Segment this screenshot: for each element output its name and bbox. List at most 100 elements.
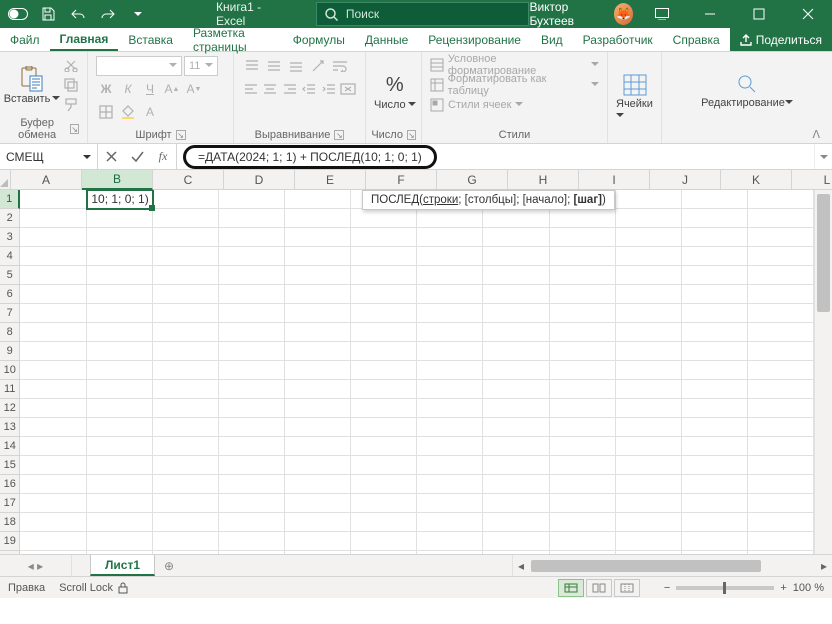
tooltip-fn-name[interactable]: ПОСЛЕД (371, 194, 419, 206)
cell-A5[interactable] (20, 266, 86, 285)
cell-C8[interactable] (153, 323, 219, 342)
cell-L7[interactable] (748, 304, 814, 323)
tab-developer[interactable]: Разработчик (573, 28, 663, 51)
cell-L13[interactable] (748, 418, 814, 437)
cell-K1[interactable] (682, 190, 748, 209)
cell-E4[interactable] (285, 247, 351, 266)
tab-data[interactable]: Данные (355, 28, 418, 51)
align-right-icon[interactable] (281, 79, 299, 99)
cell-E8[interactable] (285, 323, 351, 342)
cell-F11[interactable] (351, 380, 417, 399)
cell-H14[interactable] (483, 437, 549, 456)
cell-E2[interactable] (285, 209, 351, 228)
editing-button[interactable]: Редактирование (701, 73, 793, 109)
cell-K13[interactable] (682, 418, 748, 437)
tab-view[interactable]: Вид (531, 28, 573, 51)
merge-icon[interactable] (340, 79, 358, 99)
row-header-14[interactable]: 14 (0, 437, 20, 456)
cell-C1[interactable] (153, 190, 219, 209)
cell-A8[interactable] (20, 323, 86, 342)
cut-icon[interactable] (60, 56, 82, 74)
cell-L12[interactable] (748, 399, 814, 418)
tab-insert[interactable]: Вставка (118, 28, 183, 51)
vscroll-thumb[interactable] (817, 194, 830, 312)
cell-H7[interactable] (483, 304, 549, 323)
cell-F14[interactable] (351, 437, 417, 456)
row-header-18[interactable]: 18 (0, 513, 20, 532)
cell-B2[interactable] (87, 209, 153, 228)
cell-J5[interactable] (616, 266, 682, 285)
row-header-4[interactable]: 4 (0, 247, 20, 266)
tab-formulas[interactable]: Формулы (283, 28, 355, 51)
cell-J8[interactable] (616, 323, 682, 342)
cell-C9[interactable] (153, 342, 219, 361)
cell-J1[interactable] (616, 190, 682, 209)
cell-H18[interactable] (483, 513, 549, 532)
tab-page-layout[interactable]: Разметка страницы (183, 28, 283, 51)
cell-E19[interactable] (285, 532, 351, 551)
cell-I15[interactable] (550, 456, 616, 475)
cell-D3[interactable] (219, 228, 285, 247)
cell-I12[interactable] (550, 399, 616, 418)
user-avatar[interactable]: 🦊 (614, 3, 633, 25)
cell-E14[interactable] (285, 437, 351, 456)
cell-C6[interactable] (153, 285, 219, 304)
conditional-formatting[interactable]: Условное форматирование (430, 56, 599, 74)
cell-A18[interactable] (20, 513, 86, 532)
redo-icon[interactable] (96, 3, 120, 25)
cell-I9[interactable] (550, 342, 616, 361)
cancel-formula-icon[interactable] (98, 151, 124, 162)
font-size-combo[interactable]: 11 (184, 56, 218, 76)
cell-D10[interactable] (219, 361, 285, 380)
cell-G6[interactable] (417, 285, 483, 304)
col-header-E[interactable]: E (295, 170, 366, 190)
align-bottom-icon[interactable] (286, 56, 306, 76)
cell-E16[interactable] (285, 475, 351, 494)
cell-G14[interactable] (417, 437, 483, 456)
cell-A12[interactable] (20, 399, 86, 418)
col-header-A[interactable]: A (11, 170, 82, 190)
zoom-in-icon[interactable]: + (780, 582, 786, 594)
sheet-nav[interactable]: ◂ ▸ (0, 555, 72, 576)
font-name-combo[interactable] (96, 56, 182, 76)
cell-E13[interactable] (285, 418, 351, 437)
cell-G16[interactable] (417, 475, 483, 494)
cell-L10[interactable] (748, 361, 814, 380)
row-header-1[interactable]: 1 (0, 190, 20, 209)
cell-D14[interactable] (219, 437, 285, 456)
row-header-12[interactable]: 12 (0, 399, 20, 418)
cell-I5[interactable] (550, 266, 616, 285)
cell-A4[interactable] (20, 247, 86, 266)
cell-F16[interactable] (351, 475, 417, 494)
cell-A15[interactable] (20, 456, 86, 475)
tab-file[interactable]: Файл (0, 28, 50, 51)
row-header-17[interactable]: 17 (0, 494, 20, 513)
cell-A17[interactable] (20, 494, 86, 513)
align-top-icon[interactable] (242, 56, 262, 76)
cell-L3[interactable] (748, 228, 814, 247)
font-color-icon[interactable]: A (140, 102, 160, 122)
cells-button[interactable]: Ячейки (616, 74, 653, 122)
cell-G3[interactable] (417, 228, 483, 247)
cell-K14[interactable] (682, 437, 748, 456)
cell-E7[interactable] (285, 304, 351, 323)
cell-C4[interactable] (153, 247, 219, 266)
cell-I2[interactable] (550, 209, 616, 228)
cell-E11[interactable] (285, 380, 351, 399)
zoom-slider[interactable] (676, 586, 774, 590)
share-button[interactable]: Поделиться (730, 28, 832, 51)
new-sheet-icon[interactable]: ⊕ (155, 555, 183, 576)
cell-F18[interactable] (351, 513, 417, 532)
view-page-break-icon[interactable] (614, 579, 640, 597)
cell-K10[interactable] (682, 361, 748, 380)
cell-H10[interactable] (483, 361, 549, 380)
col-header-H[interactable]: H (508, 170, 579, 190)
zoom-value[interactable]: 100 % (793, 582, 824, 594)
cell-F2[interactable] (351, 209, 417, 228)
cell-J14[interactable] (616, 437, 682, 456)
vertical-scrollbar[interactable] (814, 190, 832, 554)
cell-D9[interactable] (219, 342, 285, 361)
cell-B18[interactable] (87, 513, 153, 532)
row-header-8[interactable]: 8 (0, 323, 20, 342)
row-header-20[interactable]: 20 (0, 551, 20, 554)
